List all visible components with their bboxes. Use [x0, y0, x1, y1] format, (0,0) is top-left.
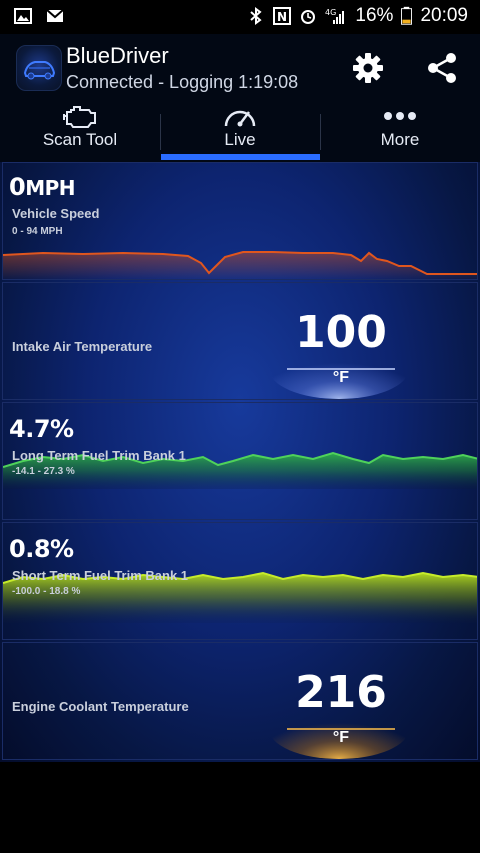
status-bar: N 4G 16% 20:09 [0, 0, 480, 34]
alarm-icon [301, 10, 316, 24]
gauge-intake-air-temperature[interactable]: Intake Air Temperature 100 °F [2, 282, 478, 400]
battery-percent: 16% [355, 5, 394, 26]
engine-icon [63, 106, 96, 128]
nfc-icon: N [273, 7, 292, 25]
intake-air-temperature-value: 100 [295, 307, 387, 358]
intake-air-temperature-label: Intake Air Temperature [12, 339, 153, 354]
signal-4g-icon: 4G [325, 8, 345, 24]
more-dots-icon [384, 112, 416, 120]
empty-bottom-area [0, 762, 480, 853]
app-logo [16, 45, 62, 91]
live-gauges: 0MPH Vehicle Speed 0 - 94 MPH Intake Air… [0, 162, 480, 762]
gauge-vehicle-speed[interactable]: 0MPH Vehicle Speed 0 - 94 MPH [2, 162, 478, 280]
settings-gear-icon[interactable] [350, 50, 386, 86]
tab-label-more: More [380, 130, 420, 149]
svg-text:N: N [277, 10, 287, 24]
tab-more[interactable]: More [320, 96, 480, 162]
engine-coolant-temperature-unit: °F [332, 729, 350, 746]
short-term-fuel-trim-label: Short Term Fuel Trim Bank 1 [12, 568, 189, 583]
vehicle-speed-unit: MPH [25, 176, 76, 200]
connection-status: Connected - Logging 1:19:08 [66, 72, 299, 92]
tab-label-live: Live [224, 130, 256, 149]
short-term-fuel-trim-range: -100.0 - 18.8 % [12, 586, 81, 597]
share-icon[interactable] [424, 50, 460, 86]
speedometer-icon [224, 110, 256, 127]
bluetooth-icon [250, 7, 263, 25]
long-term-fuel-trim-label: Long Term Fuel Trim Bank 1 [12, 448, 186, 463]
vehicle-speed-range: 0 - 94 MPH [12, 226, 63, 237]
tab-label-scan-tool: Scan Tool [42, 130, 118, 149]
long-term-fuel-trim-range: -14.1 - 27.3 % [12, 466, 75, 477]
vehicle-speed-value: 0MPH [9, 173, 76, 201]
long-term-fuel-trim-value: 4.7% [9, 415, 74, 443]
gallery-notification-icon [14, 8, 32, 24]
gauge-short-term-fuel-trim[interactable]: 0.8% Short Term Fuel Trim Bank 1 -100.0 … [2, 522, 478, 640]
tab-live[interactable]: Live [160, 96, 320, 162]
vehicle-speed-label: Vehicle Speed [12, 206, 100, 221]
intake-air-temperature-unit: °F [332, 369, 350, 386]
clock: 20:09 [420, 5, 468, 26]
active-tab-indicator [161, 154, 320, 160]
tab-scan-tool[interactable]: Scan Tool [0, 96, 160, 162]
vehicle-speed-number: 0 [9, 173, 26, 201]
short-term-fuel-trim-value: 0.8% [9, 535, 74, 563]
gauge-engine-coolant-temperature[interactable]: Engine Coolant Temperature 216 °F [2, 642, 478, 760]
mail-notification-icon [46, 9, 64, 22]
engine-coolant-temperature-label: Engine Coolant Temperature [12, 699, 189, 714]
svg-text:4G: 4G [325, 8, 336, 17]
main-tabs: Scan Tool Live More [0, 96, 480, 162]
app-title: BlueDriver [66, 43, 169, 68]
gauge-long-term-fuel-trim[interactable]: 4.7% Long Term Fuel Trim Bank 1 -14.1 - … [2, 402, 478, 520]
battery-icon [401, 6, 413, 25]
car-logo-icon [23, 61, 56, 80]
engine-coolant-temperature-value: 216 [295, 667, 387, 718]
app-header: BlueDriver Connected - Logging 1:19:08 S… [0, 34, 480, 162]
